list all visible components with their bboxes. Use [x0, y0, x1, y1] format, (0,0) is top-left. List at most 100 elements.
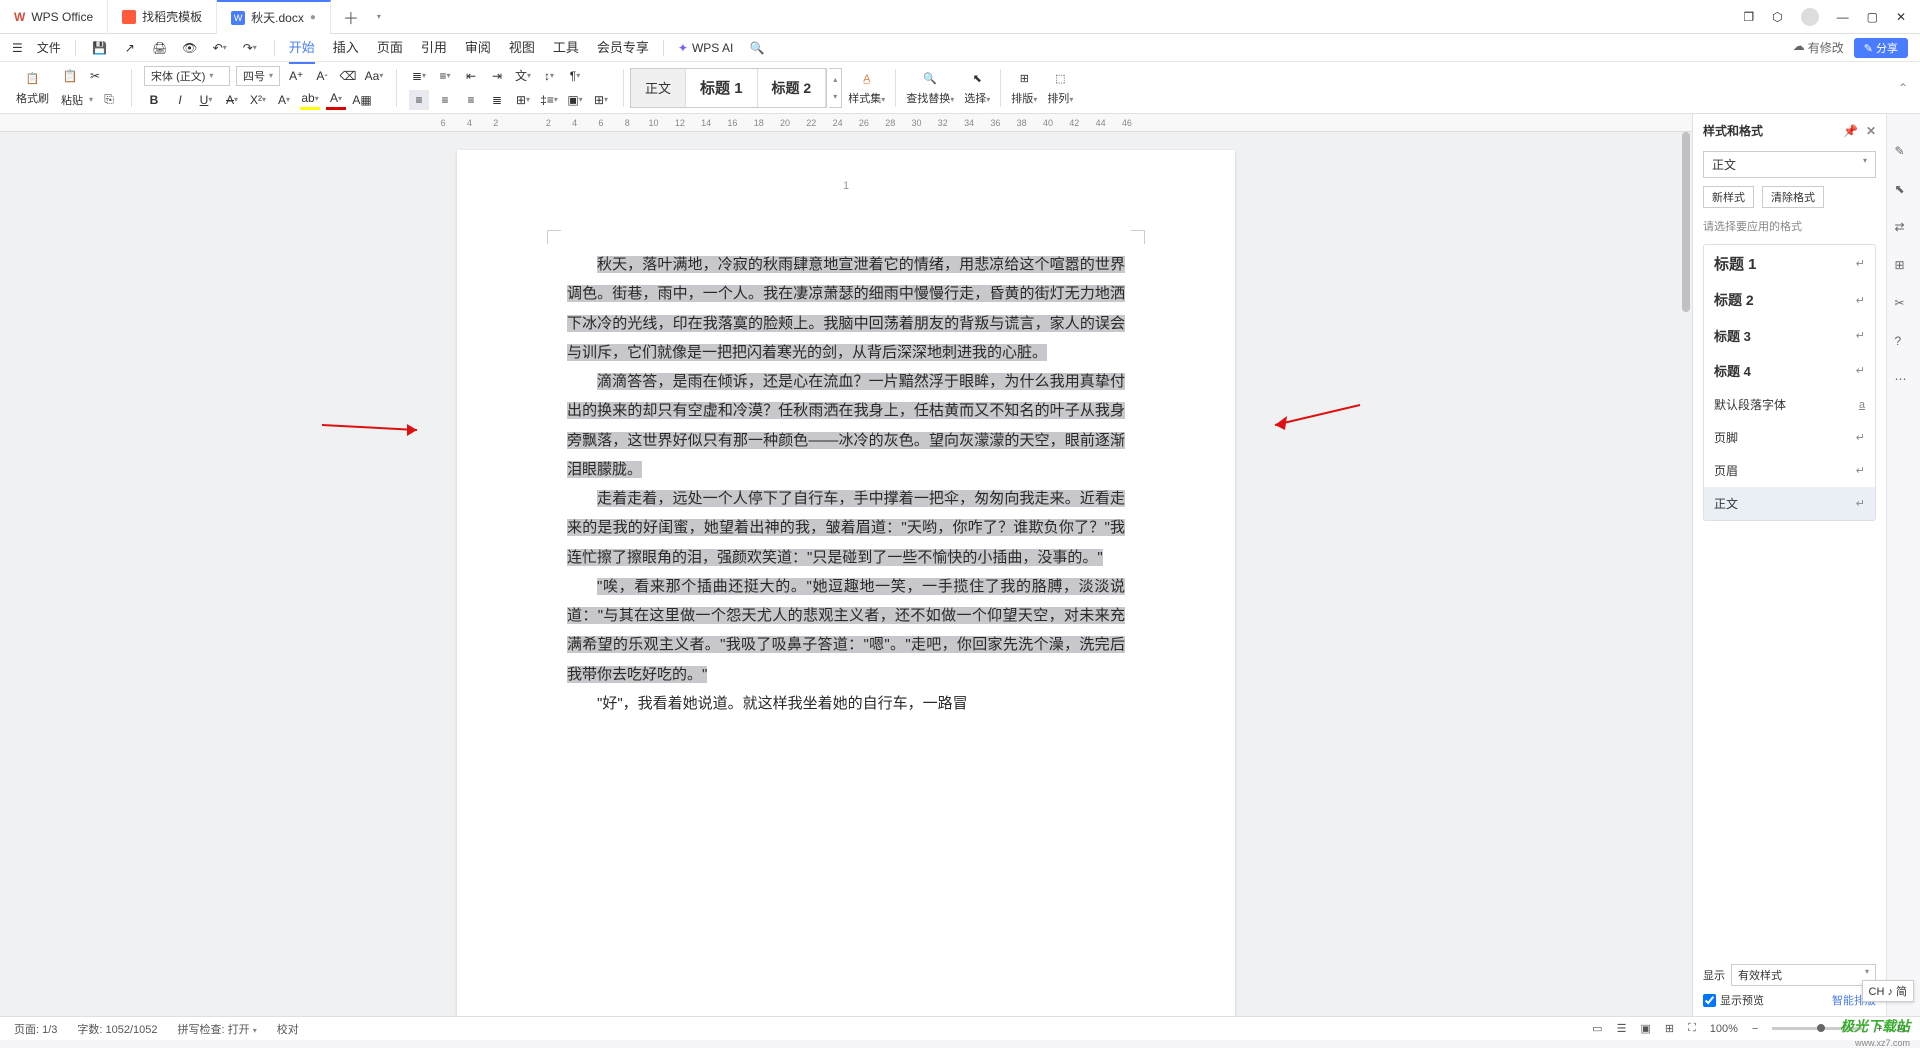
increase-indent-icon[interactable]: ⇥	[487, 66, 507, 86]
preview-checkbox[interactable]: 显示预览	[1703, 992, 1764, 1008]
tab-view[interactable]: 视图	[509, 31, 535, 64]
align-justify-icon[interactable]: ≣	[487, 90, 507, 110]
shading-icon[interactable]: A▦	[352, 90, 372, 110]
copy-icon[interactable]: ⎘	[99, 90, 119, 110]
style-item-footer[interactable]: 页脚↵	[1704, 421, 1875, 454]
zoom-value[interactable]: 100%	[1710, 1023, 1738, 1035]
style-item-heading4[interactable]: 标题 4↵	[1704, 353, 1875, 388]
undo-icon[interactable]: ↶▾	[210, 38, 230, 58]
restore-down-icon[interactable]: ❐	[1743, 10, 1754, 24]
hamburger-icon[interactable]: ☰	[12, 41, 23, 55]
style-heading2[interactable]: 标题 2	[758, 69, 827, 107]
cloud-modified-status[interactable]: ☁有修改	[1793, 39, 1844, 56]
view-page-icon[interactable]: ▭	[1592, 1022, 1602, 1035]
select-button[interactable]: ⬉ 选择▾	[960, 70, 994, 106]
tab-tools[interactable]: 工具	[553, 31, 579, 64]
tab-review[interactable]: 审阅	[465, 31, 491, 64]
view-outline-icon[interactable]: ☰	[1617, 1022, 1627, 1035]
style-item-normal[interactable]: 正文↵	[1704, 487, 1875, 520]
view-web-icon[interactable]: ⊞	[1665, 1022, 1674, 1035]
highlight-icon[interactable]: ab▾	[300, 90, 320, 110]
export-icon[interactable]: ↗	[120, 38, 140, 58]
new-tab-button[interactable]: ＋	[331, 5, 371, 29]
close-panel-icon[interactable]: ✕	[1866, 124, 1876, 138]
scrollbar-thumb[interactable]	[1682, 132, 1690, 312]
print-icon[interactable]: 🖨	[150, 38, 170, 58]
exchange-icon[interactable]: ⇄	[1895, 220, 1913, 238]
bold-icon[interactable]: B	[144, 90, 164, 110]
tab-document[interactable]: W 秋天.docx ●	[217, 0, 331, 34]
document-page[interactable]: 1 秋天，落叶满地，冷寂的秋雨肆意地宣泄着它的情绪，用悲凉给这个喧嚣的世界调色。…	[457, 150, 1235, 1016]
new-style-button[interactable]: 新样式	[1703, 186, 1754, 208]
line-spacing-icon[interactable]: ‡≡▾	[539, 90, 559, 110]
paste-icon[interactable]: 📋	[61, 67, 79, 85]
status-word-count[interactable]: 字数: 1052/1052	[77, 1021, 157, 1037]
style-scroll-down-icon[interactable]: ▾	[833, 92, 837, 101]
close-icon[interactable]: ✕	[1896, 10, 1906, 24]
status-proof[interactable]: 校对	[277, 1021, 299, 1037]
collapse-ribbon-icon[interactable]: ⌃	[1898, 81, 1908, 95]
style-set-button[interactable]: A̲ 样式集▾	[844, 70, 889, 106]
style-item-default-font[interactable]: 默认段落字体a	[1704, 388, 1875, 421]
cut-icon[interactable]: ✂	[85, 66, 105, 86]
tools-icon[interactable]: ✂	[1895, 296, 1913, 314]
align-center-icon[interactable]: ≡	[435, 90, 455, 110]
print-preview-icon[interactable]: 👁	[180, 38, 200, 58]
search-icon[interactable]: 🔍	[747, 38, 767, 58]
more-icon[interactable]: ⋯	[1895, 372, 1913, 390]
fill-color-icon[interactable]: ▣▾	[565, 90, 585, 110]
sort-icon[interactable]: ↕▾	[539, 66, 559, 86]
decrease-indent-icon[interactable]: ⇤	[461, 66, 481, 86]
numbering-icon[interactable]: ≡▾	[435, 66, 455, 86]
pilcrow-icon[interactable]: ¶▾	[565, 66, 585, 86]
tab-wps-home[interactable]: W WPS Office	[0, 0, 108, 34]
help-icon[interactable]: ?	[1895, 334, 1913, 352]
tab-dropdown-icon[interactable]: ▾	[377, 12, 381, 21]
font-color2-icon[interactable]: A▾	[326, 90, 346, 110]
zoom-thumb[interactable]	[1817, 1024, 1825, 1032]
increase-font-icon[interactable]: A+	[286, 66, 306, 86]
minimize-icon[interactable]: —	[1837, 10, 1849, 24]
tab-template[interactable]: 找稻壳模板	[108, 0, 217, 34]
horizontal-ruler[interactable]: 6422468101214161820222426283032343638404…	[0, 114, 1692, 132]
maximize-icon[interactable]: ▢	[1867, 10, 1878, 24]
file-menu[interactable]: 文件	[37, 39, 61, 56]
avatar-icon[interactable]	[1801, 8, 1819, 26]
status-spellcheck[interactable]: 拼写检查: 打开 ▾	[178, 1021, 257, 1037]
font-size-dropdown[interactable]: 四号▾	[236, 66, 280, 86]
style-scroll-up-icon[interactable]: ▴	[833, 75, 837, 84]
tab-start[interactable]: 开始	[289, 31, 315, 64]
gallery-icon[interactable]: ⊞	[1895, 258, 1913, 276]
tab-member[interactable]: 会员专享	[597, 31, 649, 64]
decrease-font-icon[interactable]: A-	[312, 66, 332, 86]
style-item-heading3[interactable]: 标题 3↵	[1704, 318, 1875, 353]
pin-icon[interactable]: 📌	[1843, 124, 1858, 138]
italic-icon[interactable]: I	[170, 90, 190, 110]
style-item-header[interactable]: 页眉↵	[1704, 454, 1875, 487]
show-filter-dropdown[interactable]: 有效样式▾	[1731, 964, 1876, 986]
font-color-icon[interactable]: A▾	[274, 90, 294, 110]
underline-icon[interactable]: U▾	[196, 90, 216, 110]
clear-format-icon[interactable]: ⌫	[338, 66, 358, 86]
document-text[interactable]: 秋天，落叶满地，冷寂的秋雨肆意地宣泄着它的情绪，用悲凉给这个喧嚣的世界调色。街巷…	[567, 250, 1125, 718]
align-right-icon[interactable]: ≡	[461, 90, 481, 110]
tab-reference[interactable]: 引用	[421, 31, 447, 64]
share-button[interactable]: ✎ 分享	[1854, 38, 1908, 58]
arrange-button[interactable]: ⬚ 排列▾	[1043, 70, 1077, 106]
style-heading1[interactable]: 标题 1	[686, 69, 758, 107]
view-fullscreen-icon[interactable]: ⛶	[1688, 1022, 1696, 1035]
zoom-out-icon[interactable]: −	[1752, 1023, 1758, 1035]
ime-indicator[interactable]: CH ♪ 简	[1862, 980, 1915, 1002]
cursor-icon[interactable]: ⬉	[1895, 182, 1913, 200]
bullets-icon[interactable]: ≣▾	[409, 66, 429, 86]
font-name-dropdown[interactable]: 宋体 (正文)▾	[144, 66, 230, 86]
current-style-dropdown[interactable]: 正文▾	[1703, 151, 1876, 178]
redo-icon[interactable]: ↷▾	[240, 38, 260, 58]
format-painter-button[interactable]: 📋 格式刷	[12, 70, 53, 106]
tab-insert[interactable]: 插入	[333, 31, 359, 64]
style-normal[interactable]: 正文	[631, 69, 686, 107]
change-case-icon[interactable]: Aa▾	[364, 66, 384, 86]
style-item-heading1[interactable]: 标题 1↵	[1704, 245, 1875, 282]
borders-icon[interactable]: ⊞▾	[591, 90, 611, 110]
cube-icon[interactable]: ⬡	[1772, 10, 1782, 24]
